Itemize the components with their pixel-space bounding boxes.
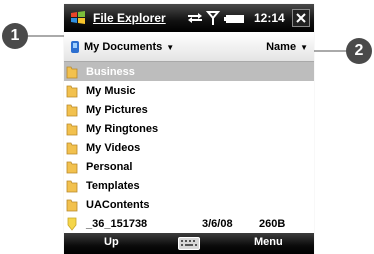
folder-icon <box>66 104 78 116</box>
file-date: 3/6/08 <box>202 217 233 230</box>
list-item-file[interactable]: _36_151738 3/6/08 260B <box>64 214 314 233</box>
chevron-down-icon: ▼ <box>300 42 308 52</box>
callout-number: 2 <box>354 42 364 59</box>
data-connection-icon <box>188 13 202 23</box>
folder-icon <box>66 199 78 211</box>
folder-icon <box>66 142 78 154</box>
file-list: Business My Music My Pictures My Rington… <box>64 62 314 233</box>
close-icon[interactable] <box>292 9 310 27</box>
signal-strength-icon <box>205 11 221 25</box>
file-name: Templates <box>86 179 140 192</box>
list-item-folder[interactable]: My Music <box>64 81 314 100</box>
chevron-down-icon: ▼ <box>166 42 175 52</box>
up-softkey[interactable]: Up <box>104 236 119 248</box>
list-item-folder[interactable]: Templates <box>64 176 314 195</box>
folder-icon <box>66 161 78 173</box>
callout-marker-1: 1 <box>2 23 28 49</box>
file-name: My Pictures <box>86 103 148 116</box>
menu-softkey[interactable]: Menu <box>254 236 283 248</box>
callout-number: 1 <box>10 27 20 44</box>
header-bar: My Documents ▼ Name ▼ <box>64 32 314 62</box>
list-item-folder[interactable]: My Pictures <box>64 100 314 119</box>
list-item-folder[interactable]: My Ringtones <box>64 119 314 138</box>
list-item-folder[interactable]: Business <box>64 62 314 81</box>
sort-by-label: Name <box>266 41 297 53</box>
file-name: _36_151738 <box>86 217 148 230</box>
folder-icon <box>66 180 78 192</box>
battery-icon <box>224 15 244 23</box>
file-name: Personal <box>86 160 133 173</box>
current-folder-label: My Documents <box>84 41 163 53</box>
folder-icon <box>66 85 78 97</box>
clock: 12:14 <box>254 11 285 25</box>
keyboard-icon[interactable] <box>178 237 200 250</box>
device-screen: File Explorer 12:14 My Documents ▼ Name … <box>64 4 314 254</box>
folder-icon <box>66 123 78 135</box>
list-item-folder[interactable]: Personal <box>64 157 314 176</box>
softkey-bar: Up Menu <box>64 233 314 254</box>
folder-picker[interactable]: My Documents ▼ <box>70 38 174 56</box>
file-name: My Videos <box>86 141 141 154</box>
device-icon <box>71 41 79 53</box>
title-bar: File Explorer 12:14 <box>64 4 314 32</box>
file-name: Business <box>86 65 135 78</box>
sort-picker[interactable]: Name ▼ <box>266 38 308 56</box>
folder-icon <box>66 66 78 78</box>
file-name: My Music <box>86 84 136 97</box>
list-item-folder[interactable]: UAContents <box>64 195 314 214</box>
windows-start-icon[interactable] <box>70 10 86 26</box>
file-name: My Ringtones <box>86 122 159 135</box>
callout-marker-2: 2 <box>346 38 372 64</box>
file-size: 260B <box>259 217 286 230</box>
list-item-folder[interactable]: My Videos <box>64 138 314 157</box>
file-icon <box>67 217 77 231</box>
status-icons[interactable] <box>186 9 248 27</box>
file-name: UAContents <box>86 198 150 211</box>
app-title: File Explorer <box>93 11 166 25</box>
